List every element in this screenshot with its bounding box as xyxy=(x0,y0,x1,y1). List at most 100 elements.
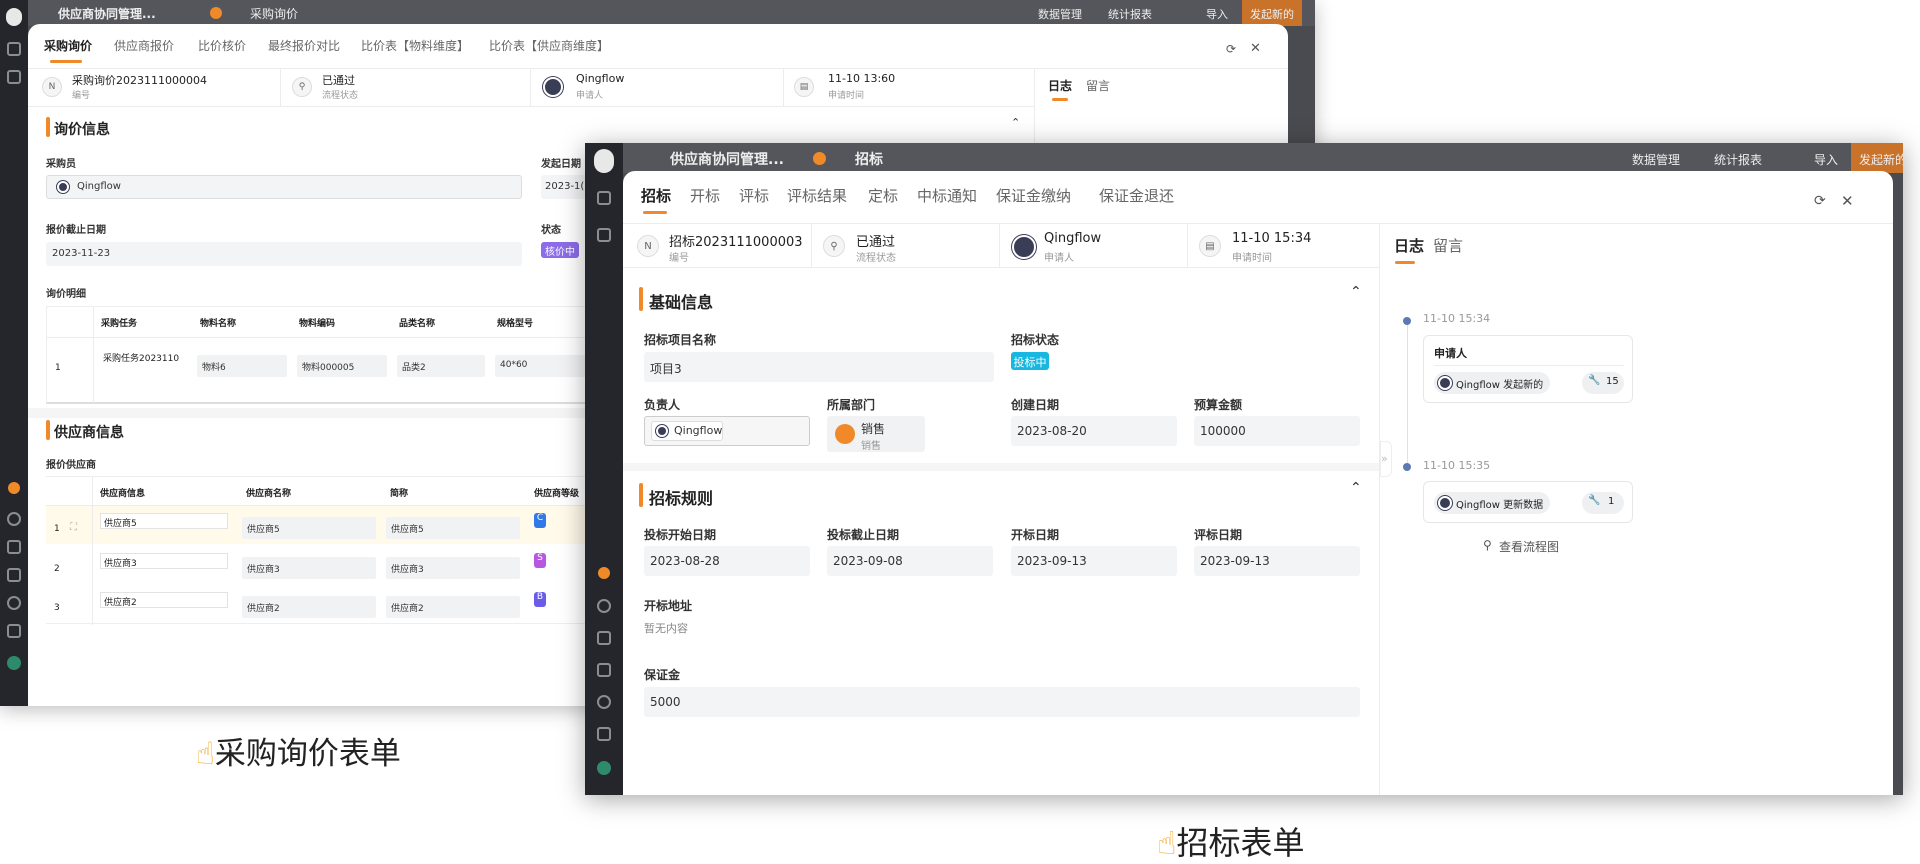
collapse-icon[interactable]: ⌃ xyxy=(1011,116,1020,129)
bell-icon[interactable] xyxy=(597,663,611,677)
tab-bidding[interactable]: 招标 xyxy=(641,185,671,206)
refresh-icon[interactable]: ⟳ xyxy=(1226,42,1236,56)
created-label: 创建日期 xyxy=(1011,398,1060,412)
pointing-hand-icon: ☝ xyxy=(1157,824,1177,862)
data-mgmt-link[interactable]: 数据管理 xyxy=(1038,6,1082,22)
app-logo-icon xyxy=(6,8,22,26)
new-record-button[interactable]: 发起新的 xyxy=(1242,0,1302,26)
expand-icon[interactable]: ⛶ xyxy=(70,522,77,533)
log-count-chip[interactable]: 🔧 1 xyxy=(1582,492,1624,514)
collapse-icon[interactable]: ⌃ xyxy=(1350,480,1362,496)
refresh-icon[interactable]: ⟳ xyxy=(1814,193,1826,209)
tab-evaluation-result[interactable]: 评标结果 xyxy=(787,185,847,206)
log-chip[interactable]: Qingflow 发起新的 xyxy=(1434,372,1550,394)
app-sidebar xyxy=(585,143,623,795)
eval-date-field[interactable]: 2023-09-13 xyxy=(1194,546,1360,576)
deadline-field[interactable]: 2023-11-23 xyxy=(46,242,522,266)
data-mgmt-link[interactable]: 数据管理 xyxy=(1632,151,1680,168)
tab-supplier-quote[interactable]: 供应商报价 xyxy=(114,37,174,54)
grid-icon[interactable] xyxy=(597,727,611,741)
tab-final-compare[interactable]: 最终报价对比 xyxy=(268,37,340,54)
tab-price-compare[interactable]: 比价核价 xyxy=(198,37,246,54)
grade-badge: B xyxy=(534,592,546,607)
tab-deposit-payment[interactable]: 保证金缴纳 xyxy=(996,185,1071,206)
owner-label: 负责人 xyxy=(644,398,681,412)
close-icon[interactable]: ✕ xyxy=(1841,192,1854,210)
section-gap xyxy=(623,463,1379,471)
col-material: 物料名称 xyxy=(200,319,237,329)
tab-award[interactable]: 定标 xyxy=(868,185,898,206)
project-name-field[interactable]: 项目3 xyxy=(644,352,994,382)
tab-award-notice[interactable]: 中标通知 xyxy=(917,185,977,206)
owner-chip: Qingflow xyxy=(651,421,723,441)
tab-deposit-refund[interactable]: 保证金退还 xyxy=(1099,185,1174,206)
apps-icon[interactable] xyxy=(597,228,611,242)
contacts-icon[interactable] xyxy=(7,540,21,554)
tab-procurement-inquiry[interactable]: 采购询价 xyxy=(44,37,92,54)
app-tab-label[interactable]: 采购询价 xyxy=(250,5,298,22)
tab-bid-opening[interactable]: 开标 xyxy=(690,185,720,206)
help-icon[interactable] xyxy=(597,695,611,709)
user-avatar[interactable] xyxy=(7,656,21,670)
buyer-field[interactable]: Qingflow xyxy=(46,175,522,199)
active-tab-indicator xyxy=(643,211,667,214)
col-code: 物料编码 xyxy=(299,319,336,329)
import-button[interactable]: 导入 xyxy=(1206,6,1228,22)
side-tab-message[interactable]: 留言 xyxy=(1086,77,1110,94)
row-supplier-info[interactable]: 供应商2 xyxy=(100,592,228,608)
side-tab-log[interactable]: 日志 xyxy=(1048,77,1072,94)
import-button[interactable]: 导入 xyxy=(1814,151,1838,168)
stats-link[interactable]: 统计报表 xyxy=(1714,151,1762,168)
log-card: 申请人 Qingflow 发起新的 🔧 15 xyxy=(1423,335,1633,403)
owner-field[interactable]: Qingflow xyxy=(644,416,810,446)
tab-compare-material[interactable]: 比价表【物料维度】 xyxy=(361,37,469,54)
project-name-label: 招标项目名称 xyxy=(644,333,717,347)
side-tab-indicator xyxy=(1395,261,1415,264)
bell-icon[interactable] xyxy=(7,568,21,582)
row-supplier-info[interactable]: 供应商5 xyxy=(100,513,228,529)
applicant-name: Qingflow xyxy=(576,72,625,85)
user-avatar[interactable] xyxy=(597,761,611,775)
tab-evaluation[interactable]: 评标 xyxy=(739,185,769,206)
collapse-panel-icon[interactable]: » xyxy=(1380,441,1392,477)
contacts-icon[interactable] xyxy=(597,631,611,645)
divider xyxy=(93,307,94,403)
search-icon[interactable] xyxy=(597,599,611,613)
home-icon[interactable] xyxy=(7,42,21,56)
side-tab-message[interactable]: 留言 xyxy=(1433,235,1463,256)
view-flowchart-link[interactable]: 查看流程图 xyxy=(1499,538,1559,555)
bid-start-field[interactable]: 2023-08-28 xyxy=(644,546,810,576)
side-tab-indicator xyxy=(1052,98,1068,101)
close-icon[interactable]: ✕ xyxy=(1250,41,1261,56)
wrench-icon: 🔧 xyxy=(1588,375,1601,386)
screenshot-bidding: 供应商协同管理... 招标 数据管理 统计报表 导入 发起新的 招标 开标 评标… xyxy=(585,143,1903,795)
side-tab-log[interactable]: 日志 xyxy=(1394,235,1424,256)
budget-field[interactable]: 100000 xyxy=(1194,416,1360,446)
collapse-icon[interactable]: ⌃ xyxy=(1350,284,1362,300)
flowchart-icon: ⚲ xyxy=(1483,538,1492,552)
open-date-field[interactable]: 2023-09-13 xyxy=(1011,546,1177,576)
new-record-button[interactable]: 发起新的 xyxy=(1851,143,1903,173)
owner-avatar xyxy=(656,425,668,437)
section-marker xyxy=(639,483,643,507)
home-icon[interactable] xyxy=(597,191,611,205)
row-material: 物料6 xyxy=(197,355,287,377)
deposit-field[interactable]: 5000 xyxy=(644,687,1360,717)
grid-icon[interactable] xyxy=(7,624,21,638)
log-count-chip[interactable]: 🔧 15 xyxy=(1582,372,1624,394)
search-icon[interactable] xyxy=(7,512,21,526)
supplier-label: 报价供应商 xyxy=(46,460,96,471)
stats-link[interactable]: 统计报表 xyxy=(1108,6,1152,22)
deposit-label: 保证金 xyxy=(644,668,681,682)
help-icon[interactable] xyxy=(7,596,21,610)
log-chip[interactable]: Qingflow 更新数据 xyxy=(1434,492,1550,514)
row-number: 1 xyxy=(54,524,60,534)
bid-end-field[interactable]: 2023-09-08 xyxy=(827,546,993,576)
log-time: 11-10 15:34 xyxy=(1423,312,1491,325)
tab-compare-supplier[interactable]: 比价表【供应商维度】 xyxy=(489,37,609,54)
row-supplier-info[interactable]: 供应商3 xyxy=(100,553,228,569)
app-tab-label[interactable]: 招标 xyxy=(855,149,883,169)
apps-icon[interactable] xyxy=(7,70,21,84)
eval-date-label: 评标日期 xyxy=(1194,528,1243,542)
created-field[interactable]: 2023-08-20 xyxy=(1011,416,1177,446)
